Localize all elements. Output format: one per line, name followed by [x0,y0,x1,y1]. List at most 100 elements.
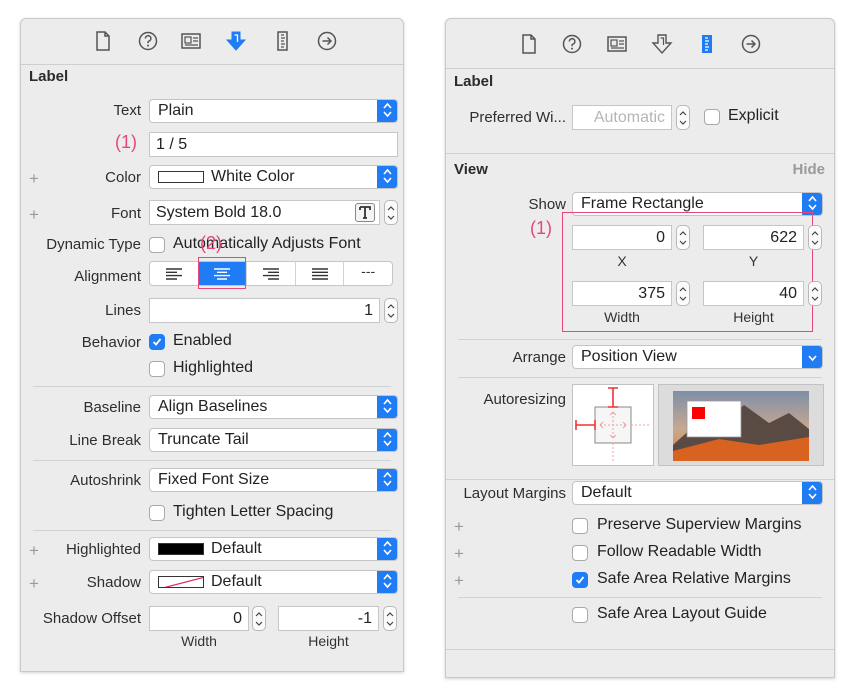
preserve-superview-margins-checkbox[interactable] [572,518,588,534]
highlighted-check-label: Highlighted [173,359,254,376]
color-swatch [158,171,204,183]
section-title-label: Label [29,68,69,85]
shadow-color-swatch [158,576,204,588]
font-label: Font [110,205,141,222]
autoresizing-mask-control[interactable] [572,384,654,466]
popup-arrow-icon [377,571,397,593]
height-label: Height [733,309,774,325]
color-value: White Color [211,168,295,185]
width-field[interactable]: 375 [572,281,672,306]
x-field[interactable]: 0 [572,225,672,250]
shadow-color-value: Default [211,573,262,590]
annotation-1: (1) [115,132,137,152]
highlighted-label: Highlighted [65,541,141,558]
highlighted-color-popup[interactable]: Default [149,537,398,561]
text-type-popup[interactable]: Plain [149,99,398,123]
safe-area-relative-margins-checkbox[interactable] [572,572,588,588]
text-content-field[interactable]: 1 / 5 [149,132,398,157]
autoresizing-label: Autoresizing [483,391,566,408]
x-stepper[interactable] [676,225,690,250]
shadow-width-stepper[interactable] [252,606,266,631]
help-icon[interactable] [561,33,583,55]
line-break-popup[interactable]: Truncate Tail [149,428,398,452]
layout-margins-label: Layout Margins [463,485,566,502]
align-natural-button[interactable]: --- [344,262,392,285]
alignment-label: Alignment [74,268,141,285]
line-break-value: Truncate Tail [158,431,249,448]
autoshrink-popup[interactable]: Fixed Font Size [149,468,398,492]
lines-field[interactable]: 1 [149,298,380,323]
lines-label: Lines [105,302,141,319]
highlighted-checkbox[interactable] [149,361,165,377]
annotation-1: (1) [530,218,552,238]
show-label: Show [528,196,566,213]
file-icon[interactable] [518,33,540,55]
align-left-button[interactable] [150,262,199,285]
font-picker-icon[interactable] [355,203,375,222]
arrange-value: Position View [581,348,677,365]
font-size-stepper[interactable] [384,200,398,225]
attributes-icon[interactable] [651,33,673,55]
follow-readable-width-label: Follow Readable Width [597,543,762,560]
height-field[interactable]: 40 [703,281,804,306]
add-safe-area-variation-icon[interactable]: + [454,572,464,589]
help-icon[interactable] [137,30,159,52]
tighten-checkbox[interactable] [149,505,165,521]
layout-margins-popup[interactable]: Default [572,481,823,505]
connections-icon[interactable] [316,30,338,52]
divider [458,339,822,340]
divider [33,460,391,461]
enabled-checkbox[interactable] [149,334,165,350]
shadow-height-label: Height [308,633,349,649]
dynamic-type-checkbox[interactable] [149,237,165,253]
identity-icon[interactable] [606,33,628,55]
color-label: Color [105,169,141,186]
divider [446,479,834,480]
baseline-popup[interactable]: Align Baselines [149,395,398,419]
inspector-toolbar [21,19,403,65]
size-icon[interactable] [696,33,718,55]
y-label: Y [748,253,759,269]
preferred-width-stepper[interactable] [676,105,690,130]
shadow-height-field[interactable]: -1 [278,606,379,631]
popup-arrow-icon [377,166,397,188]
shadow-color-popup[interactable]: Default [149,570,398,594]
y-stepper[interactable] [808,225,822,250]
follow-readable-width-checkbox[interactable] [572,545,588,561]
annotation-2-highlight-box [198,257,246,289]
safe-area-layout-guide-checkbox[interactable] [572,607,588,623]
file-icon[interactable] [92,30,114,52]
autoshrink-value: Fixed Font Size [158,471,270,488]
text-type-value: Plain [158,102,194,119]
attributes-icon[interactable] [225,30,247,52]
popup-arrow-icon [377,429,397,451]
size-icon[interactable] [272,30,294,52]
shadow-width-field[interactable]: 0 [149,606,249,631]
height-stepper[interactable] [808,281,822,306]
color-popup[interactable]: White Color [149,165,398,189]
divider [446,153,834,154]
preferred-width-field[interactable]: Automatic [572,105,672,130]
font-field[interactable]: System Bold 18.0 [149,200,380,225]
preferred-width-label: Preferred Wi... [469,109,566,126]
arrange-popup[interactable]: Position View [572,345,823,369]
align-justified-button[interactable] [296,262,345,285]
align-right-button[interactable] [247,262,296,285]
popup-arrow-icon [377,100,397,122]
add-preserve-variation-icon[interactable]: + [454,518,464,535]
alignment-segmented-control[interactable]: --- [149,261,393,286]
size-inspector-panel: Label Preferred Wi... Automatic Explicit… [445,18,835,678]
hide-button[interactable]: Hide [792,161,825,178]
add-readable-width-variation-icon[interactable]: + [454,545,464,562]
y-field[interactable]: 622 [703,225,804,250]
shadow-height-stepper[interactable] [383,606,397,631]
popup-arrow-icon [377,538,397,560]
connections-icon[interactable] [740,33,762,55]
width-stepper[interactable] [676,281,690,306]
lines-stepper[interactable] [384,298,398,323]
identity-icon[interactable] [180,30,202,52]
highlighted-color-value: Default [211,540,262,557]
explicit-checkbox[interactable] [704,109,720,125]
attributes-inspector-panel: Label Text Plain (1) 1 / 5 + Color White… [20,18,404,672]
inspector-toolbar [446,19,834,69]
